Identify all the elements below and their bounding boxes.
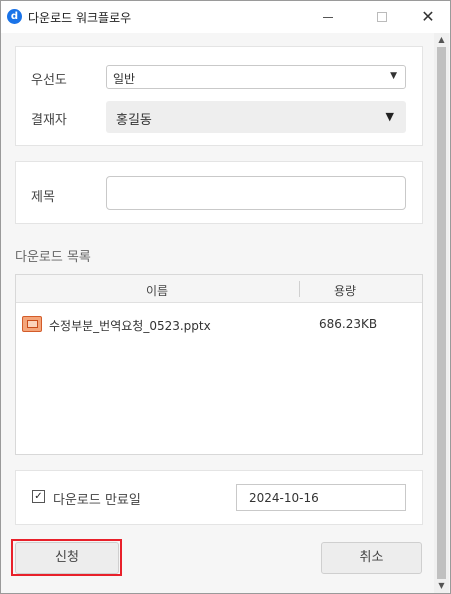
download-file-list: 이름 용량 수정부분_번역요청_0523.pptx 686.23KB [15,274,423,455]
approver-label: 결재자 [31,113,67,128]
app-logo-icon: d [7,9,22,24]
approver-select[interactable]: 홍길동 ▼ [106,101,406,133]
download-workflow-window: d 다운로드 워크플로우 ✕ ▲ ▼ 우선도 일반 ▼ 결재자 홍길동 ▼ 제목… [0,0,451,594]
download-list-title: 다운로드 목록 [15,250,91,265]
maximize-button[interactable] [368,5,396,29]
scroll-thumb[interactable] [437,47,446,579]
window-title: 다운로드 워크플로우 [28,11,132,25]
minimize-button[interactable] [314,5,342,29]
column-header-name[interactable]: 이름 [146,282,168,299]
file-name: 수정부분_번역요청_0523.pptx [49,319,211,333]
priority-select[interactable]: 일반 ▼ [106,65,406,89]
close-button[interactable]: ✕ [414,5,442,29]
column-divider[interactable] [299,281,300,297]
pptx-file-icon [22,316,42,332]
expiry-date-input[interactable]: 2024-10-16 [236,484,406,511]
list-header: 이름 용량 [16,275,422,303]
list-item[interactable]: 수정부분_번역요청_0523.pptx 686.23KB [16,311,422,335]
apply-button[interactable]: 신청 [15,542,119,574]
vertical-scrollbar[interactable]: ▲ ▼ [434,33,449,593]
approver-value: 홍길동 [116,113,152,128]
expiry-date-value: 2024-10-16 [249,491,319,505]
expiry-checkbox[interactable]: ✓ [32,490,45,503]
dropdown-arrow-icon: ▼ [390,71,397,81]
dropdown-arrow-icon: ▼ [385,110,394,123]
maximize-icon [377,12,387,22]
priority-label: 우선도 [31,73,67,88]
close-icon: ✕ [421,7,435,26]
priority-value: 일반 [113,72,136,86]
expiry-label: 다운로드 만료일 [53,493,141,508]
scroll-down-icon[interactable]: ▼ [434,579,449,593]
subject-label: 제목 [31,190,55,205]
file-size: 686.23KB [319,317,378,331]
scroll-up-icon[interactable]: ▲ [434,33,449,47]
cancel-button[interactable]: 취소 [321,542,422,574]
column-header-size[interactable]: 용량 [334,282,356,299]
subject-input[interactable] [106,176,406,210]
title-bar: d 다운로드 워크플로우 ✕ [1,1,450,33]
minimize-icon [323,17,333,18]
